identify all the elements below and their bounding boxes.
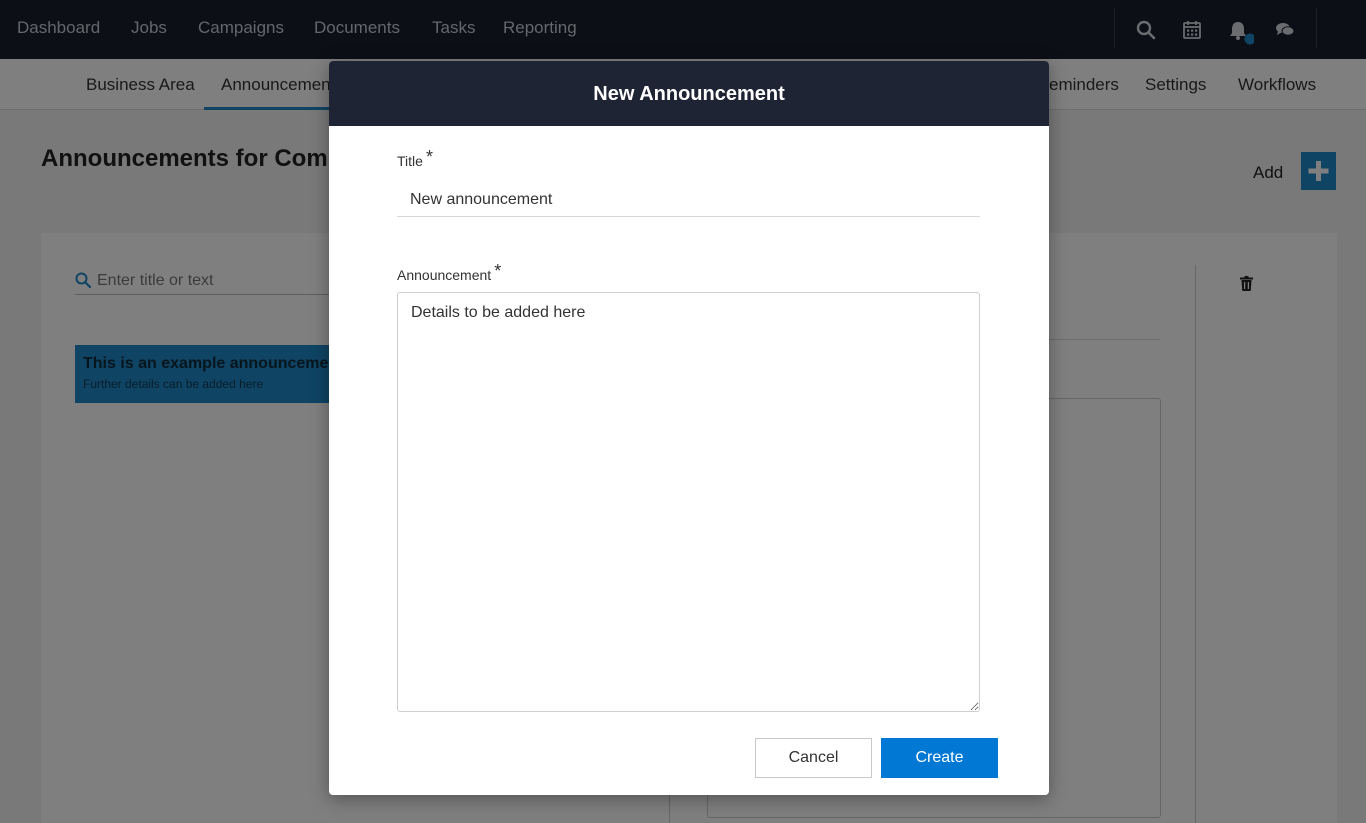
new-announcement-dialog: New Announcement Title* Announcement* De…: [329, 61, 1049, 795]
title-label-text: Title: [397, 153, 423, 169]
title-field-label: Title *: [397, 147, 433, 171]
title-input[interactable]: [397, 183, 980, 217]
required-marker: *: [494, 261, 502, 281]
dialog-title: New Announcement: [593, 83, 785, 105]
required-marker: *: [425, 147, 433, 167]
announcement-textarea[interactable]: Details to be added here: [397, 292, 980, 712]
announcement-label-text: Announcement: [397, 267, 492, 283]
dialog-header: New Announcement: [329, 61, 1049, 126]
create-button[interactable]: Create: [881, 738, 998, 778]
announcement-field-label: Announcement *: [397, 261, 502, 285]
cancel-button[interactable]: Cancel: [755, 738, 872, 778]
